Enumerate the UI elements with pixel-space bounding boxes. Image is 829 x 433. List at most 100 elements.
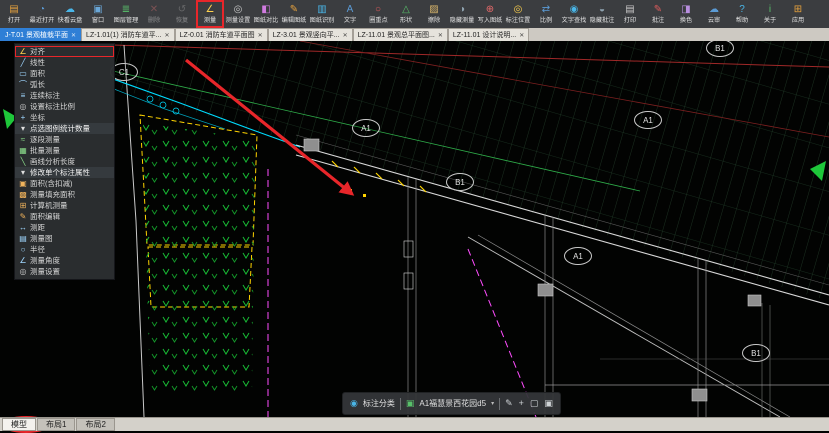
document-tab[interactable]: LZ-11.01 景观总平面图... ✕ xyxy=(353,28,448,41)
measure-tool-item[interactable]: ✎ 面积编辑 xyxy=(15,211,114,222)
toolbar-button-label: 文字 xyxy=(344,15,356,24)
toolbar-button[interactable]: ○ 圈重点 xyxy=(364,0,392,28)
measure-tool-item[interactable]: ≡ 连续标注 xyxy=(15,90,114,101)
toolbar-button[interactable]: ✎ 批注 xyxy=(644,0,672,28)
float-bar-button[interactable]: ▣ xyxy=(544,398,553,409)
measure-tool-item[interactable]: ≈ 逐段测量 xyxy=(15,134,114,145)
toolbar-button-label: 批注 xyxy=(652,15,664,24)
measure-tool-label: 点选图例统计数量 xyxy=(30,123,90,134)
close-icon[interactable]: ✕ xyxy=(438,32,443,39)
toolbar-button-label: 恢复 xyxy=(176,15,188,24)
toolbar-button[interactable]: ▤ 打开 xyxy=(0,0,28,28)
toolbar-button-icon: ↺ xyxy=(178,4,186,15)
measure-tool-label: 画线分析长度 xyxy=(30,156,75,167)
layout-tab[interactable]: 模型 xyxy=(2,418,36,431)
measure-tool-label: 面积 xyxy=(30,68,45,79)
measure-tool-item[interactable]: ∠ 测量角度 xyxy=(15,255,114,266)
toolbar-button-label: 应用 xyxy=(792,15,804,24)
toolbar-button[interactable]: ◨ 换色 xyxy=(672,0,700,28)
toolbar-button[interactable]: ◔ 最近打开 xyxy=(28,0,56,28)
measure-tool-item[interactable]: ↔ 测距 xyxy=(15,222,114,233)
document-tab[interactable]: LZ-3.01 景观竖向平... ✕ xyxy=(268,28,353,41)
toolbar-button-icon: ◧ xyxy=(261,4,270,15)
toolbar-button[interactable]: ⇄ 比例 xyxy=(532,0,560,28)
toolbar-button[interactable]: ◉ 文字查找 xyxy=(560,0,588,28)
measure-tool-item[interactable]: ▾ 修改单个标注属性 xyxy=(15,167,114,178)
measure-tool-item[interactable]: ∠ 对齐 xyxy=(15,46,114,57)
toolbar-button[interactable]: A 文字 xyxy=(336,0,364,28)
layout-tab-label: 布局2 xyxy=(85,419,105,430)
close-icon[interactable]: ✕ xyxy=(519,32,524,39)
toolbar-button-label: 删除 xyxy=(148,15,160,24)
toolbar-button-icon: ◑ xyxy=(459,4,465,15)
measure-tool-item[interactable]: ▾ 点选图例统计数量 xyxy=(15,123,114,134)
toolbar-button[interactable]: ▤ 打印 xyxy=(616,0,644,28)
measure-tool-item[interactable]: ◎ 设置标注比例 xyxy=(15,101,114,112)
close-icon[interactable]: ✕ xyxy=(343,32,348,39)
divider xyxy=(499,398,500,410)
float-bar-button[interactable]: + xyxy=(519,398,524,409)
toolbar-button[interactable]: ⊞ 应用 xyxy=(784,0,812,28)
toolbar-button-icon: ◎ xyxy=(514,4,523,15)
float-bar-button[interactable]: ✎ xyxy=(505,398,513,409)
measure-tool-label: 测距 xyxy=(30,222,45,233)
toolbar-button[interactable]: i 关于 xyxy=(756,0,784,28)
measure-tool-item[interactable]: ╱ 线性 xyxy=(15,57,114,68)
layout-tab[interactable]: 布局1 xyxy=(37,418,75,431)
toolbar-button[interactable]: ▣ 窗口 xyxy=(84,0,112,28)
measure-tool-item[interactable]: ○ 半径 xyxy=(15,244,114,255)
document-tab[interactable]: LZ-0.01 消防车道平面图 ✕ xyxy=(175,28,268,41)
measure-tool-item[interactable]: ▦ 批量测量 xyxy=(15,145,114,156)
measure-tool-item[interactable]: ▩ 测量填充面积 xyxy=(15,189,114,200)
measure-tools-panel: ∠ 对齐 ╱ 线性 ▭ 面积 ⌒ 弧长 ≡ 连续标注 ◎ 设置标注比例 + 坐标 xyxy=(14,43,115,280)
measure-tool-item[interactable]: ▣ 面积(含扣减) xyxy=(15,178,114,189)
toolbar-button[interactable]: ? 帮助 xyxy=(728,0,756,28)
toolbar-button[interactable]: ◧ 图纸对比 xyxy=(252,0,280,28)
measure-tool-item[interactable]: ▭ 面积 xyxy=(15,68,114,79)
toolbar-button[interactable]: ▥ 图纸识别 xyxy=(308,0,336,28)
cad-canvas[interactable] xyxy=(0,41,829,417)
toolbar-button[interactable]: ◑ 隐藏测量 xyxy=(448,0,476,28)
toolbar-button[interactable]: ◒ 隐藏批注 xyxy=(588,0,616,28)
drawing-name-dropdown[interactable]: A1福慧景西花园d5 xyxy=(419,398,486,409)
toolbar-button[interactable]: ⊕ 写入图纸 xyxy=(476,0,504,28)
toolbar-button[interactable]: ✎ 编辑图纸 xyxy=(280,0,308,28)
toolbar-button[interactable]: ◎ 标注位置 xyxy=(504,0,532,28)
document-tab-label: LZ-1.01(1) 消防车道平... xyxy=(86,30,161,40)
axis-bubble: A1 xyxy=(564,247,592,265)
toolbar-button[interactable]: ☁ 快看云盘 xyxy=(56,0,84,28)
toolbar-button[interactable]: ∠ 测量 xyxy=(196,0,224,28)
close-icon[interactable]: ✕ xyxy=(165,32,170,39)
toolbar-button-label: 图层管理 xyxy=(114,15,139,24)
toolbar-button[interactable]: ✕ 删除 xyxy=(140,0,168,28)
chevron-down-icon[interactable]: ▾ xyxy=(491,400,494,407)
measure-tool-item[interactable]: ╲ 画线分析长度 xyxy=(15,156,114,167)
close-icon[interactable]: ✕ xyxy=(71,32,76,39)
toolbar-button[interactable]: ▨ 擦除 xyxy=(420,0,448,28)
toolbar-button-icon: ✕ xyxy=(150,4,158,15)
toolbar-button-icon: ☁ xyxy=(65,4,75,15)
measure-tool-icon: ◎ xyxy=(19,102,27,111)
float-bar-button[interactable]: ▢ xyxy=(530,398,539,409)
document-tab[interactable]: LZ-1.01(1) 消防车道平... ✕ xyxy=(81,28,175,41)
document-tab[interactable]: LZ-11.01 设计说明... ✕ xyxy=(448,28,529,41)
measure-tool-icon: ∠ xyxy=(19,47,27,56)
toolbar-button[interactable]: △ 形状 xyxy=(392,0,420,28)
toolbar-button-label: 比例 xyxy=(540,15,552,24)
layout-tab[interactable]: 布局2 xyxy=(76,418,114,431)
toolbar-button[interactable]: ≣ 图层管理 xyxy=(112,0,140,28)
axis-bubble-label: C1 xyxy=(119,68,129,77)
close-icon[interactable]: ✕ xyxy=(258,32,263,39)
toolbar-button[interactable]: ☁ 云审 xyxy=(700,0,728,28)
toolbar-button-label: 云审 xyxy=(708,15,720,24)
measure-tool-item[interactable]: ◎ 测量设置 xyxy=(15,266,114,277)
measure-tool-item[interactable]: + 坐标 xyxy=(15,112,114,123)
toolbar-button[interactable]: ◎ 测量设置 xyxy=(224,0,252,28)
measure-tool-item[interactable]: ⊞ 计算机测量 xyxy=(15,200,114,211)
document-tab[interactable]: J-T.01 景观植栽平面 ✕ xyxy=(0,28,81,41)
toolbar-button[interactable]: ↺ 恢复 xyxy=(168,0,196,28)
measure-tool-icon: ▤ xyxy=(19,234,27,243)
measure-tool-item[interactable]: ⌒ 弧长 xyxy=(15,79,114,90)
measure-tool-item[interactable]: ▤ 测量图 xyxy=(15,233,114,244)
toolbar-button-icon: ◒ xyxy=(599,4,605,15)
